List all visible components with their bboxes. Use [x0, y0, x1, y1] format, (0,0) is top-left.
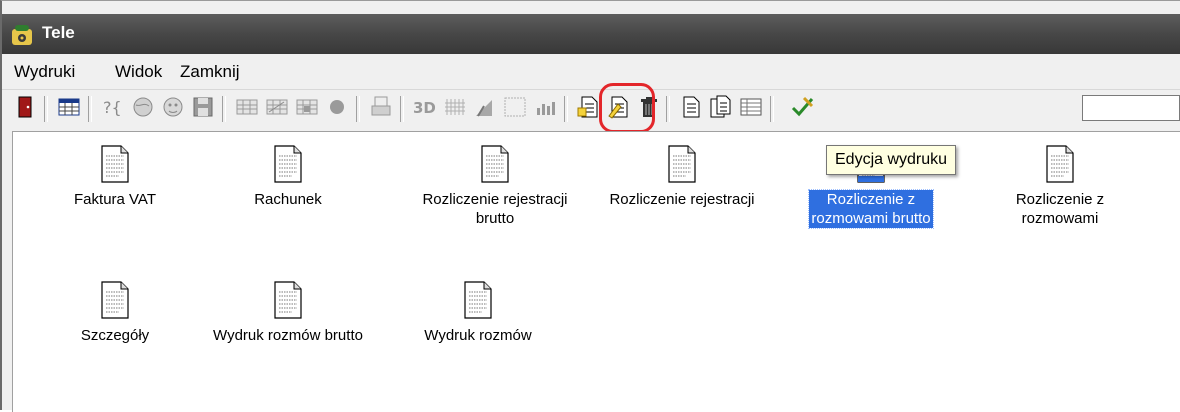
report-document-icon [101, 281, 129, 319]
3d-icon[interactable]: 3D [412, 94, 438, 120]
report-item-label-line: Faktura VAT [74, 191, 156, 208]
save-disk-icon[interactable] [190, 94, 216, 120]
report-item-label-line: Rozliczenie z [1015, 191, 1105, 208]
document-icon[interactable] [678, 94, 704, 120]
svg-text:?{: ?{ [103, 98, 122, 117]
circle-icon[interactable] [324, 94, 350, 120]
toolbar-separator [44, 96, 48, 122]
report-item[interactable]: Rozliczenie z rozmowami [970, 144, 1150, 228]
report-item[interactable]: Rozliczenie rejestracji [592, 144, 772, 209]
report-item-label: Szczegóły [79, 326, 151, 345]
svg-text:3D: 3D [413, 99, 436, 117]
menu-zamknij[interactable]: Zamknij [180, 62, 240, 82]
report-item-label-line: rozmowami [1021, 210, 1099, 227]
toolbar-separator [564, 96, 568, 122]
report-item-label-line: Rozliczenie rejestracji [422, 191, 568, 208]
report-item-label: Rozliczenie rejestracji brutto [420, 190, 569, 228]
check-pen-icon[interactable] [790, 94, 816, 120]
toolbar-separator [222, 96, 226, 122]
report-document-icon [101, 145, 129, 183]
toolbar-separator [400, 96, 404, 122]
toolbar-separator [666, 96, 670, 122]
report-item[interactable]: Wydruk rozmów [388, 280, 568, 345]
report-item-label: Rozliczenie z rozmowami brutto [808, 189, 934, 229]
grid-a-icon[interactable] [234, 94, 260, 120]
report-item-label: Faktura VAT [72, 190, 158, 209]
list-view-icon[interactable] [738, 94, 764, 120]
annotation-highlight-ring [599, 83, 655, 133]
toolbar-search-input[interactable] [1082, 95, 1180, 121]
toolbar-separator [88, 96, 92, 122]
menu-wydruki[interactable]: Wydruki [14, 62, 75, 82]
face-icon[interactable] [160, 94, 186, 120]
chart-pie-icon[interactable] [472, 94, 498, 120]
report-item-label-line: Szczegóły [80, 327, 150, 344]
tooltip: Edycja wydruku [826, 145, 957, 175]
report-item-label: Rozliczenie z rozmowami [1014, 190, 1106, 228]
reports-list-view[interactable]: Faktura VAT Rachunek Rozliczenie rejestrac… [12, 131, 1180, 412]
table-icon[interactable] [56, 94, 82, 120]
report-document-icon [274, 281, 302, 319]
grid-c-icon[interactable] [294, 94, 320, 120]
report-item-label-line: Rozliczenie rejestracji [609, 191, 755, 208]
globe-icon[interactable] [130, 94, 156, 120]
report-item-label-line: rozmowami brutto [811, 210, 931, 227]
chart-empty-icon[interactable] [502, 94, 528, 120]
report-document-icon [274, 145, 302, 183]
chart-grid-icon[interactable] [442, 94, 468, 120]
documents-icon[interactable] [708, 94, 734, 120]
app-window: Tele Wydruki Widok Zamknij ?{ 3D Edycja … [0, 0, 1180, 412]
report-item-label: Wydruk rozmów brutto [211, 326, 365, 345]
window-title: Tele [42, 23, 75, 42]
report-item-label-line: brutto [475, 210, 515, 227]
menu-bar: Wydruki Widok Zamknij [2, 56, 1180, 86]
report-item[interactable]: Faktura VAT [25, 144, 205, 209]
menu-widok[interactable]: Widok [115, 62, 162, 82]
report-item-label: Rozliczenie rejestracji [607, 190, 756, 209]
report-item[interactable]: Szczegóły [25, 280, 205, 345]
exit-door-icon[interactable] [12, 94, 38, 120]
report-item-label-line: Rachunek [254, 191, 322, 208]
report-document-icon [481, 145, 509, 183]
report-item[interactable]: Wydruk rozmów brutto [198, 280, 378, 345]
report-item-label: Rachunek [252, 190, 324, 209]
report-item-label-line: Rozliczenie z [826, 191, 916, 208]
title-bar[interactable]: Tele [2, 14, 1180, 54]
print-icon[interactable] [368, 94, 394, 120]
toolbar-separator [770, 96, 774, 122]
report-item-label: Wydruk rozmów [422, 326, 533, 345]
report-item-label-line: Wydruk rozmów [424, 327, 532, 344]
report-document-icon [668, 145, 696, 183]
report-item[interactable]: Rachunek [198, 144, 378, 209]
telephone-app-icon [12, 25, 32, 45]
report-item[interactable]: Rozliczenie rejestracji brutto [405, 144, 585, 228]
report-document-icon [464, 281, 492, 319]
grid-b-icon[interactable] [264, 94, 290, 120]
chart-bars-icon[interactable] [532, 94, 558, 120]
toolbar-separator [356, 96, 360, 122]
report-document-icon [1046, 145, 1074, 183]
toolbar: ?{ 3D [2, 89, 1180, 132]
help-query-icon[interactable]: ?{ [100, 94, 126, 120]
report-item-label-line: Wydruk rozmów brutto [213, 327, 363, 344]
